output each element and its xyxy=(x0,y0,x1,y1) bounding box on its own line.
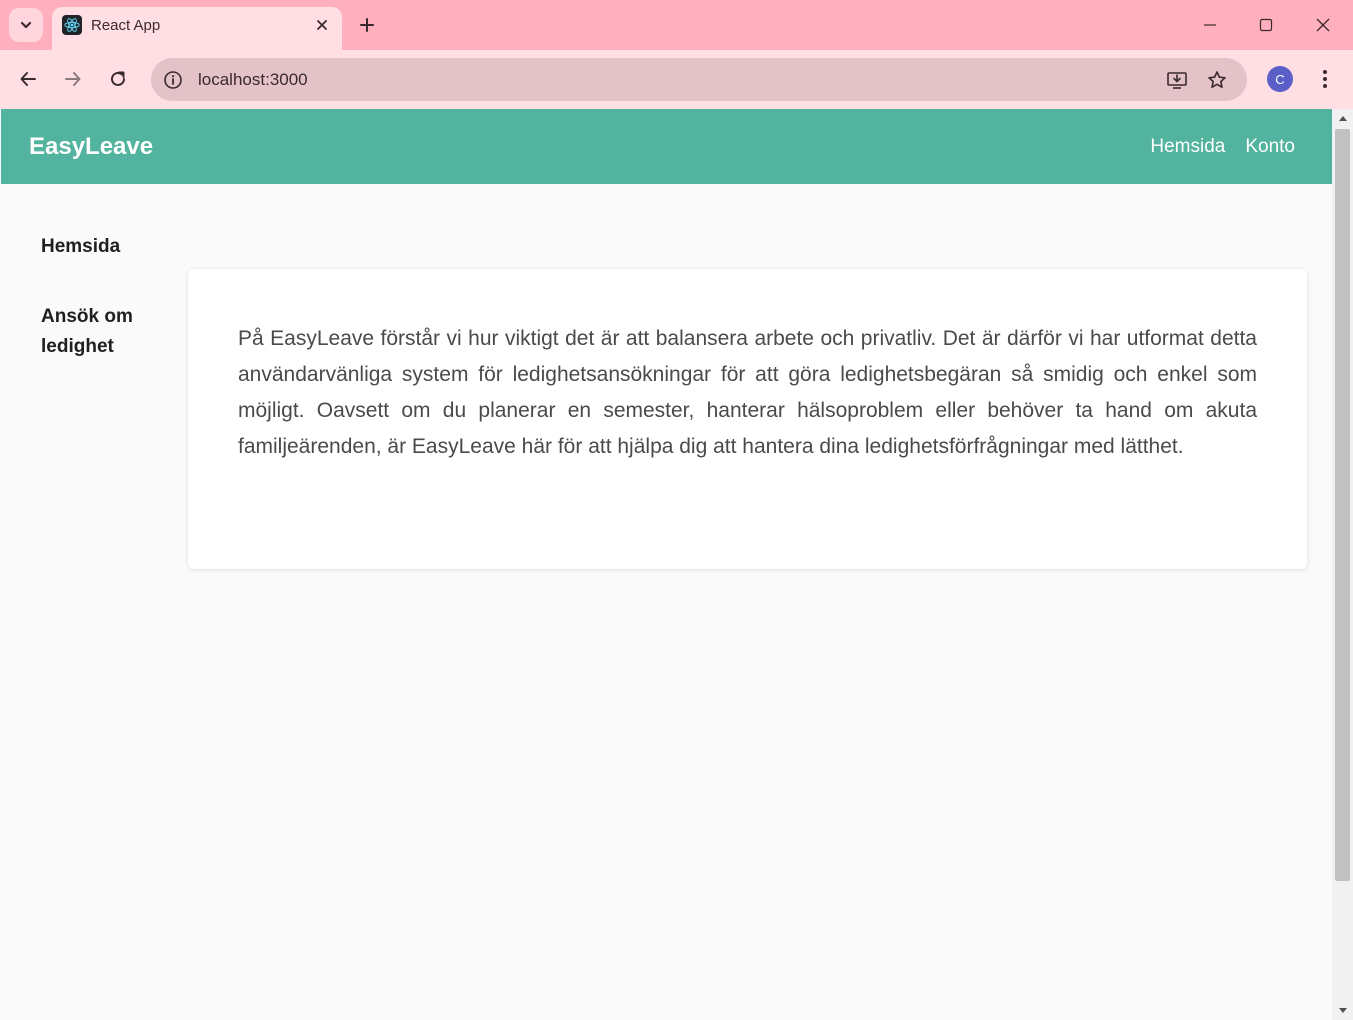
minimize-button[interactable] xyxy=(1195,10,1225,40)
minimize-icon xyxy=(1204,24,1216,26)
info-icon xyxy=(164,71,182,89)
browser-menu-button[interactable] xyxy=(1312,64,1338,94)
install-icon xyxy=(1167,72,1187,89)
kebab-menu-icon xyxy=(1323,70,1327,88)
url-text[interactable]: localhost:3000 xyxy=(198,70,308,90)
new-tab-button[interactable] xyxy=(354,12,380,38)
maximize-button[interactable] xyxy=(1251,10,1281,40)
page-viewport: EasyLeave Hemsida Konto Hemsida Ansök om… xyxy=(1,109,1332,1020)
site-info-button[interactable] xyxy=(160,67,186,93)
browser-tabstrip: React App xyxy=(0,0,1353,50)
back-button[interactable] xyxy=(13,64,43,94)
star-icon xyxy=(1208,71,1226,88)
brand-logo[interactable]: EasyLeave xyxy=(29,133,153,161)
reload-icon xyxy=(111,71,125,86)
top-nav-hemsida[interactable]: Hemsida xyxy=(1150,136,1225,158)
profile-avatar[interactable]: C xyxy=(1267,66,1293,92)
triangle-up-icon xyxy=(1338,116,1347,121)
scroll-down-button[interactable] xyxy=(1332,1002,1353,1020)
page-scrollbar[interactable] xyxy=(1332,109,1353,1020)
forward-button[interactable] xyxy=(58,64,88,94)
triangle-down-icon xyxy=(1338,1008,1347,1013)
close-icon xyxy=(1316,18,1330,32)
maximize-icon xyxy=(1259,18,1273,32)
arrow-left-icon xyxy=(20,72,36,86)
top-nav-konto[interactable]: Konto xyxy=(1245,136,1295,158)
plus-icon xyxy=(360,18,374,32)
intro-text: På EasyLeave förstår vi hur viktigt det … xyxy=(238,327,1257,458)
top-nav: Hemsida Konto xyxy=(1150,136,1295,158)
tab-close-button[interactable] xyxy=(312,15,332,35)
close-icon xyxy=(317,20,327,30)
tab-title: React App xyxy=(91,17,161,34)
address-bar[interactable]: localhost:3000 xyxy=(151,58,1247,101)
browser-toolbar: localhost:3000 C xyxy=(0,50,1353,109)
install-app-button[interactable] xyxy=(1164,67,1190,93)
chevron-down-icon xyxy=(20,21,32,29)
intro-card: På EasyLeave förstår vi hur viktigt det … xyxy=(188,269,1307,569)
browser-tab-active[interactable]: React App xyxy=(52,7,342,50)
reload-button[interactable] xyxy=(103,64,133,94)
react-icon xyxy=(62,15,82,35)
scrollbar-thumb[interactable] xyxy=(1335,129,1350,881)
app-header: EasyLeave Hemsida Konto xyxy=(1,109,1332,184)
sidebar-item-hemsida[interactable]: Hemsida xyxy=(41,232,151,262)
sidebar: Hemsida Ansök om ledighet xyxy=(41,232,151,402)
arrow-right-icon xyxy=(65,72,81,86)
close-window-button[interactable] xyxy=(1308,10,1338,40)
bookmark-button[interactable] xyxy=(1204,67,1230,93)
sidebar-item-ansok-om-ledighet[interactable]: Ansök om ledighet xyxy=(41,302,151,362)
scroll-up-button[interactable] xyxy=(1332,109,1353,127)
tab-search-button[interactable] xyxy=(9,8,43,42)
